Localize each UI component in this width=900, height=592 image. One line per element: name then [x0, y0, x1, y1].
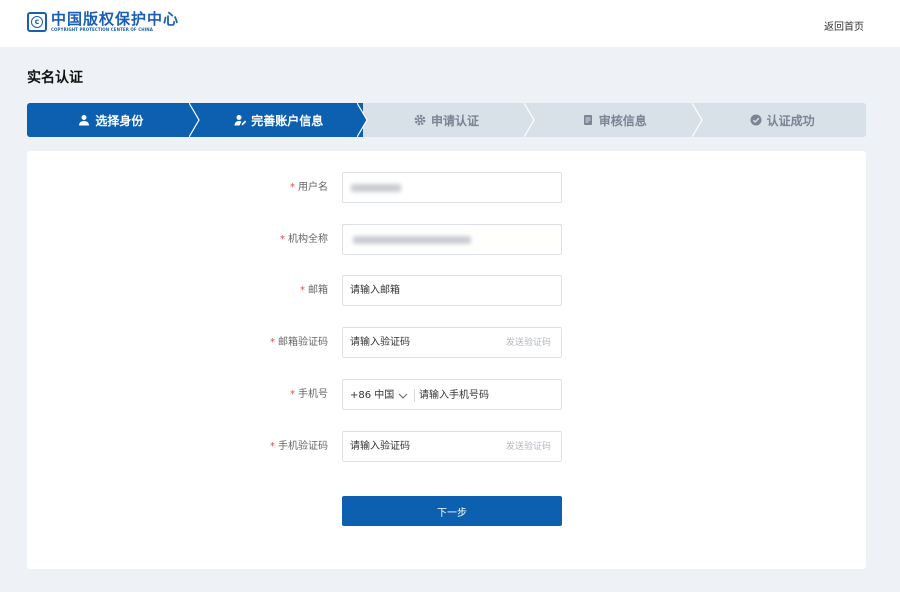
step-divider	[189, 103, 201, 137]
phone-placeholder: 请输入手机号码	[419, 380, 489, 411]
email-label: *邮箱	[300, 275, 328, 306]
step-label: 完善账户信息	[251, 112, 323, 129]
step-label: 申请认证	[431, 112, 479, 129]
phone-code-field[interactable]: 请输入验证码 发送验证码	[342, 431, 562, 462]
email-code-placeholder: 请输入验证码	[350, 337, 410, 348]
step-apply-certification: 申请认证	[363, 103, 531, 137]
org-name-label: *机构全称	[280, 224, 328, 255]
page-title: 实名认证	[27, 67, 83, 87]
step-select-identity: 选择身份	[27, 103, 195, 137]
divider	[414, 389, 415, 402]
phone-row: *手机号 +86 中国 请输入手机号码	[27, 379, 866, 410]
step-review-info: 审核信息	[530, 103, 698, 137]
username-field[interactable]	[342, 172, 562, 203]
phone-code-label: *手机验证码	[270, 431, 328, 462]
country-code-select[interactable]: +86 中国	[350, 380, 415, 411]
user-edit-icon	[234, 114, 246, 126]
redacted-value	[353, 236, 471, 244]
email-code-field[interactable]: 请输入验证码 发送验证码	[342, 327, 562, 358]
step-divider	[357, 103, 369, 137]
phone-label: *手机号	[290, 379, 328, 410]
user-icon	[78, 114, 90, 126]
step-label: 认证成功	[767, 112, 815, 129]
phone-code-row: *手机验证码 请输入验证码 发送验证码	[27, 431, 866, 462]
gear-icon	[414, 114, 426, 126]
email-code-row: *邮箱验证码 请输入验证码 发送验证码	[27, 327, 866, 358]
username-row: *用户名	[27, 172, 866, 203]
redacted-value	[351, 184, 401, 192]
top-header: c 中国版权保护中心 COPYRIGHT PROTECTION CENTER O…	[0, 0, 900, 47]
logo-title-cn: 中国版权保护中心	[51, 11, 179, 27]
email-row: *邮箱 请输入邮箱	[27, 275, 866, 306]
step-certified: 认证成功	[698, 103, 866, 137]
logo-title-en: COPYRIGHT PROTECTION CENTER OF CHINA	[51, 27, 179, 33]
cpcc-logo[interactable]: c 中国版权保护中心 COPYRIGHT PROTECTION CENTER O…	[27, 10, 179, 34]
send-phone-code-button[interactable]: 发送验证码	[506, 432, 551, 463]
phone-code-placeholder: 请输入验证码	[350, 441, 410, 452]
org-name-field[interactable]	[342, 224, 562, 255]
chevron-down-icon	[398, 393, 408, 399]
send-email-code-button[interactable]: 发送验证码	[506, 328, 551, 359]
step-complete-account-info: 完善账户信息	[195, 103, 363, 137]
email-field[interactable]: 请输入邮箱	[342, 275, 562, 306]
step-label: 选择身份	[95, 112, 143, 129]
country-code-value: +86 中国	[350, 380, 394, 411]
progress-steps: 选择身份 完善账户信息 申请认证 审核信息 认证成功	[27, 103, 866, 137]
username-label: *用户名	[290, 172, 328, 203]
step-label: 审核信息	[599, 112, 647, 129]
step-divider	[692, 103, 704, 137]
copyright-logo-icon: c	[27, 12, 47, 32]
back-home-link[interactable]: 返回首页	[824, 18, 864, 33]
next-step-button[interactable]: 下一步	[342, 496, 562, 526]
email-code-label: *邮箱验证码	[270, 327, 328, 358]
document-icon	[582, 114, 594, 126]
account-info-form: *用户名 *机构全称 *邮箱 请输入邮箱 *邮箱验证码 请输入验证码 发送验证码…	[27, 151, 866, 569]
org-name-row: *机构全称	[27, 224, 866, 255]
phone-field[interactable]: +86 中国 请输入手机号码	[342, 379, 562, 410]
step-divider	[524, 103, 536, 137]
check-circle-icon	[750, 114, 762, 126]
